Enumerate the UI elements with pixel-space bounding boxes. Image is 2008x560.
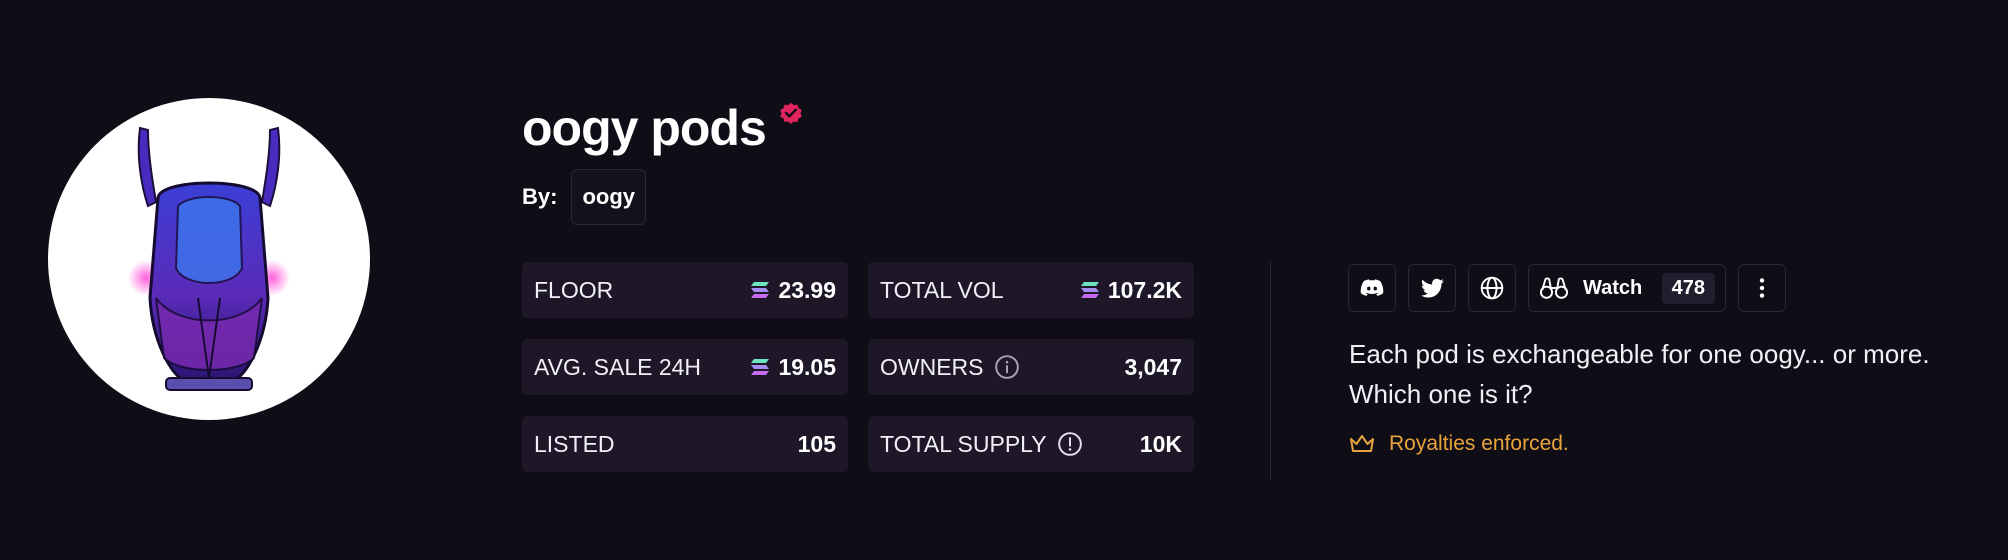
stat-value: 23.99 <box>750 277 836 304</box>
owners-value: 3,047 <box>1124 353 1182 380</box>
stat-label: TOTAL SUPPLY <box>880 430 1047 457</box>
stat-total-vol: TOTAL VOL 107.2K <box>868 262 1194 318</box>
stat-avg-sale: AVG. SALE 24H 19.05 <box>522 339 848 395</box>
listed-value: 105 <box>797 430 836 457</box>
stat-label: OWNERS <box>880 353 984 380</box>
stat-listed: LISTED 105 <box>522 416 848 472</box>
verified-badge-icon <box>779 102 802 124</box>
crown-icon <box>1350 435 1374 452</box>
stat-label: FLOOR <box>534 276 614 303</box>
creator-link[interactable]: oogy <box>571 169 647 225</box>
stat-label: AVG. SALE 24H <box>534 353 702 380</box>
floor-value: 23.99 <box>778 276 836 303</box>
globe-icon <box>1480 276 1504 300</box>
stat-value: 107.2K <box>1080 277 1182 304</box>
more-options-button[interactable] <box>1738 264 1786 312</box>
watch-label: Watch <box>1583 276 1643 299</box>
discord-button[interactable] <box>1348 264 1396 312</box>
binoculars-icon <box>1539 277 1569 299</box>
vertical-divider <box>1270 262 1271 480</box>
twitter-button[interactable] <box>1408 264 1456 312</box>
royalties-notice: Royalties enforced. <box>1349 432 1569 456</box>
total-vol-value: 107.2K <box>1107 276 1182 303</box>
watch-count: 478 <box>1661 272 1715 304</box>
solana-icon <box>1080 282 1099 298</box>
alert-icon[interactable] <box>1057 431 1083 457</box>
collection-title: oogy pods <box>522 100 767 156</box>
solana-icon <box>751 282 770 298</box>
collection-description: Each pod is exchangeable for one oogy...… <box>1349 339 1930 409</box>
avg-sale-value: 19.05 <box>778 353 836 380</box>
royalties-text: Royalties enforced. <box>1389 432 1569 455</box>
stat-value: 19.05 <box>750 354 836 381</box>
stat-floor: FLOOR 23.99 <box>522 262 848 318</box>
info-icon[interactable] <box>994 354 1020 380</box>
title-row: oogy pods <box>522 96 804 160</box>
by-label: By: <box>522 184 558 209</box>
stat-total-supply: TOTAL SUPPLY 10K <box>868 416 1194 472</box>
watch-button[interactable]: Watch 478 <box>1528 264 1726 312</box>
stat-label: LISTED <box>534 430 615 457</box>
website-button[interactable] <box>1468 264 1516 312</box>
stat-label: TOTAL VOL <box>880 276 1004 303</box>
collection-avatar <box>48 98 370 420</box>
twitter-icon <box>1420 278 1444 298</box>
stat-owners: OWNERS 3,047 <box>868 339 1194 395</box>
creator-row: By: oogy <box>522 169 647 225</box>
oogy-pod-image <box>128 126 290 391</box>
discord-icon <box>1360 279 1384 296</box>
total-supply-value: 10K <box>1139 430 1182 457</box>
more-vertical-icon <box>1759 278 1765 298</box>
action-bar: Watch 478 <box>1348 264 1798 312</box>
solana-icon <box>751 359 770 375</box>
